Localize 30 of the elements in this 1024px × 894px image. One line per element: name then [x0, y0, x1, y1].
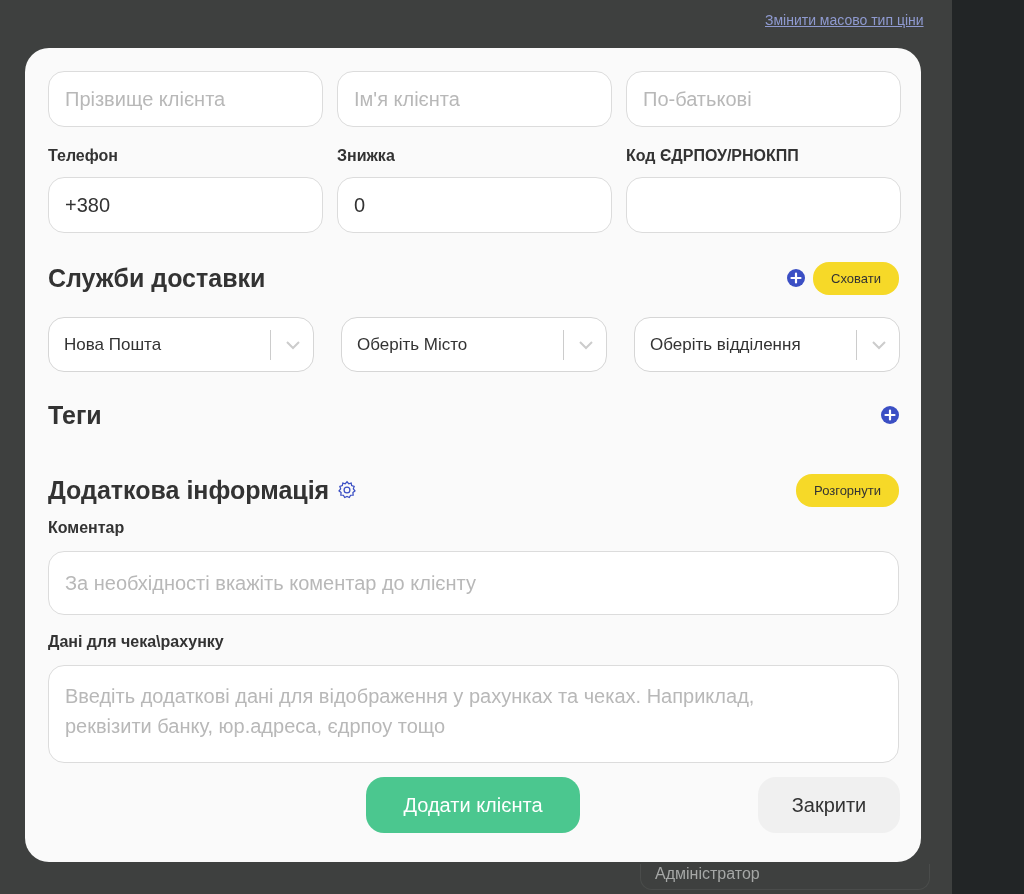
add-icon[interactable]: [881, 406, 899, 424]
dropdown[interactable]: Нова Пошта: [48, 317, 314, 372]
section-title: Теги: [48, 400, 102, 430]
section-title: Служби доставки: [48, 263, 266, 293]
field-label: Коментар: [48, 519, 126, 537]
chevron-down-icon: [578, 339, 594, 350]
settings-icon[interactable]: [337, 480, 358, 500]
dropdown[interactable]: Оберіть Місто: [341, 317, 607, 372]
input-field[interactable]: [626, 177, 901, 233]
input-field[interactable]: +380: [48, 177, 323, 233]
chevron-down-icon: [871, 339, 887, 350]
role-field[interactable]: Адміністратор: [640, 864, 930, 890]
comment-field[interactable]: За необхідності вкажіть коментар до клієнту: [48, 551, 899, 615]
input-field[interactable]: 0: [337, 177, 612, 233]
add-icon[interactable]: [787, 269, 806, 287]
field-label: Телефон: [48, 147, 119, 165]
expand-button[interactable]: Розгорнути: [796, 473, 899, 507]
receipt-data-field[interactable]: Введіть додаткові дані для відображення у рахунках та чеках. Наприклад, реквізити банку, юр.адреса, єдрпоу тощо: [48, 665, 899, 763]
hide-button[interactable]: Сховати: [813, 261, 899, 295]
field-label: Код ЄДРПОУ/РНОКПП: [626, 147, 800, 165]
close-button[interactable]: Закрити: [758, 777, 900, 833]
dropdown[interactable]: Оберіть відділення: [634, 317, 900, 372]
field-label: Знижка: [337, 147, 396, 165]
section-title: Додаткова інформація: [48, 475, 330, 505]
field-label: Дані для чека\рахунку: [48, 633, 225, 651]
input-field[interactable]: По-батькові: [626, 71, 901, 127]
chevron-down-icon: [285, 339, 301, 350]
link[interactable]: Змінити масово тип ціни: [765, 12, 924, 28]
input-field[interactable]: Прізвище клієнта: [48, 71, 323, 127]
input-field[interactable]: Ім'я клієнта: [337, 71, 612, 127]
